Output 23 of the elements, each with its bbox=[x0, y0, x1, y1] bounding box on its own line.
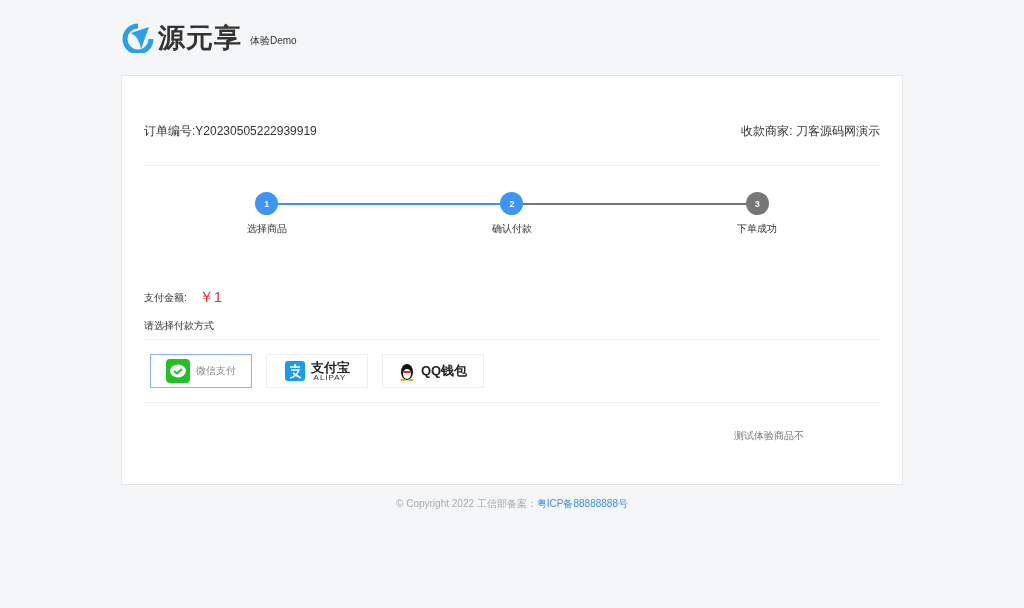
alipay-icon bbox=[284, 361, 305, 381]
chat-check-icon bbox=[166, 359, 190, 383]
amount-label: 支付金额: bbox=[144, 290, 187, 305]
demo-label: 体验Demo bbox=[250, 33, 297, 48]
qq-wallet-option[interactable]: QQ钱包 bbox=[382, 354, 484, 388]
step-number: 2 bbox=[500, 192, 524, 215]
step-number: 1 bbox=[255, 192, 279, 215]
step-number: 3 bbox=[745, 192, 769, 215]
amount-value: ￥1 bbox=[198, 288, 223, 307]
step-label: 确认付款 bbox=[492, 222, 532, 236]
payment-title: 请选择付款方式 bbox=[144, 319, 880, 340]
order-number: 订单编号:Y20230505222939919 bbox=[144, 123, 317, 140]
logo-text: 源元享 bbox=[158, 21, 242, 55]
wechat-pay-option[interactable]: 微信支付 bbox=[150, 354, 252, 388]
notice-text: 测试体验商品不 bbox=[733, 429, 805, 443]
step-label: 下单成功 bbox=[737, 222, 778, 236]
record-label: 工信部备案： bbox=[476, 498, 537, 509]
logo-icon bbox=[121, 22, 155, 53]
alipay-option[interactable]: 支付宝 ALIPAY bbox=[266, 354, 368, 388]
step-label: 选择商品 bbox=[246, 222, 287, 236]
merchant-name: 收款商家: 刀客源码网演示 bbox=[741, 123, 880, 140]
copyright-text: © Copyright 2022 bbox=[396, 498, 474, 509]
penguin-icon bbox=[398, 361, 415, 381]
